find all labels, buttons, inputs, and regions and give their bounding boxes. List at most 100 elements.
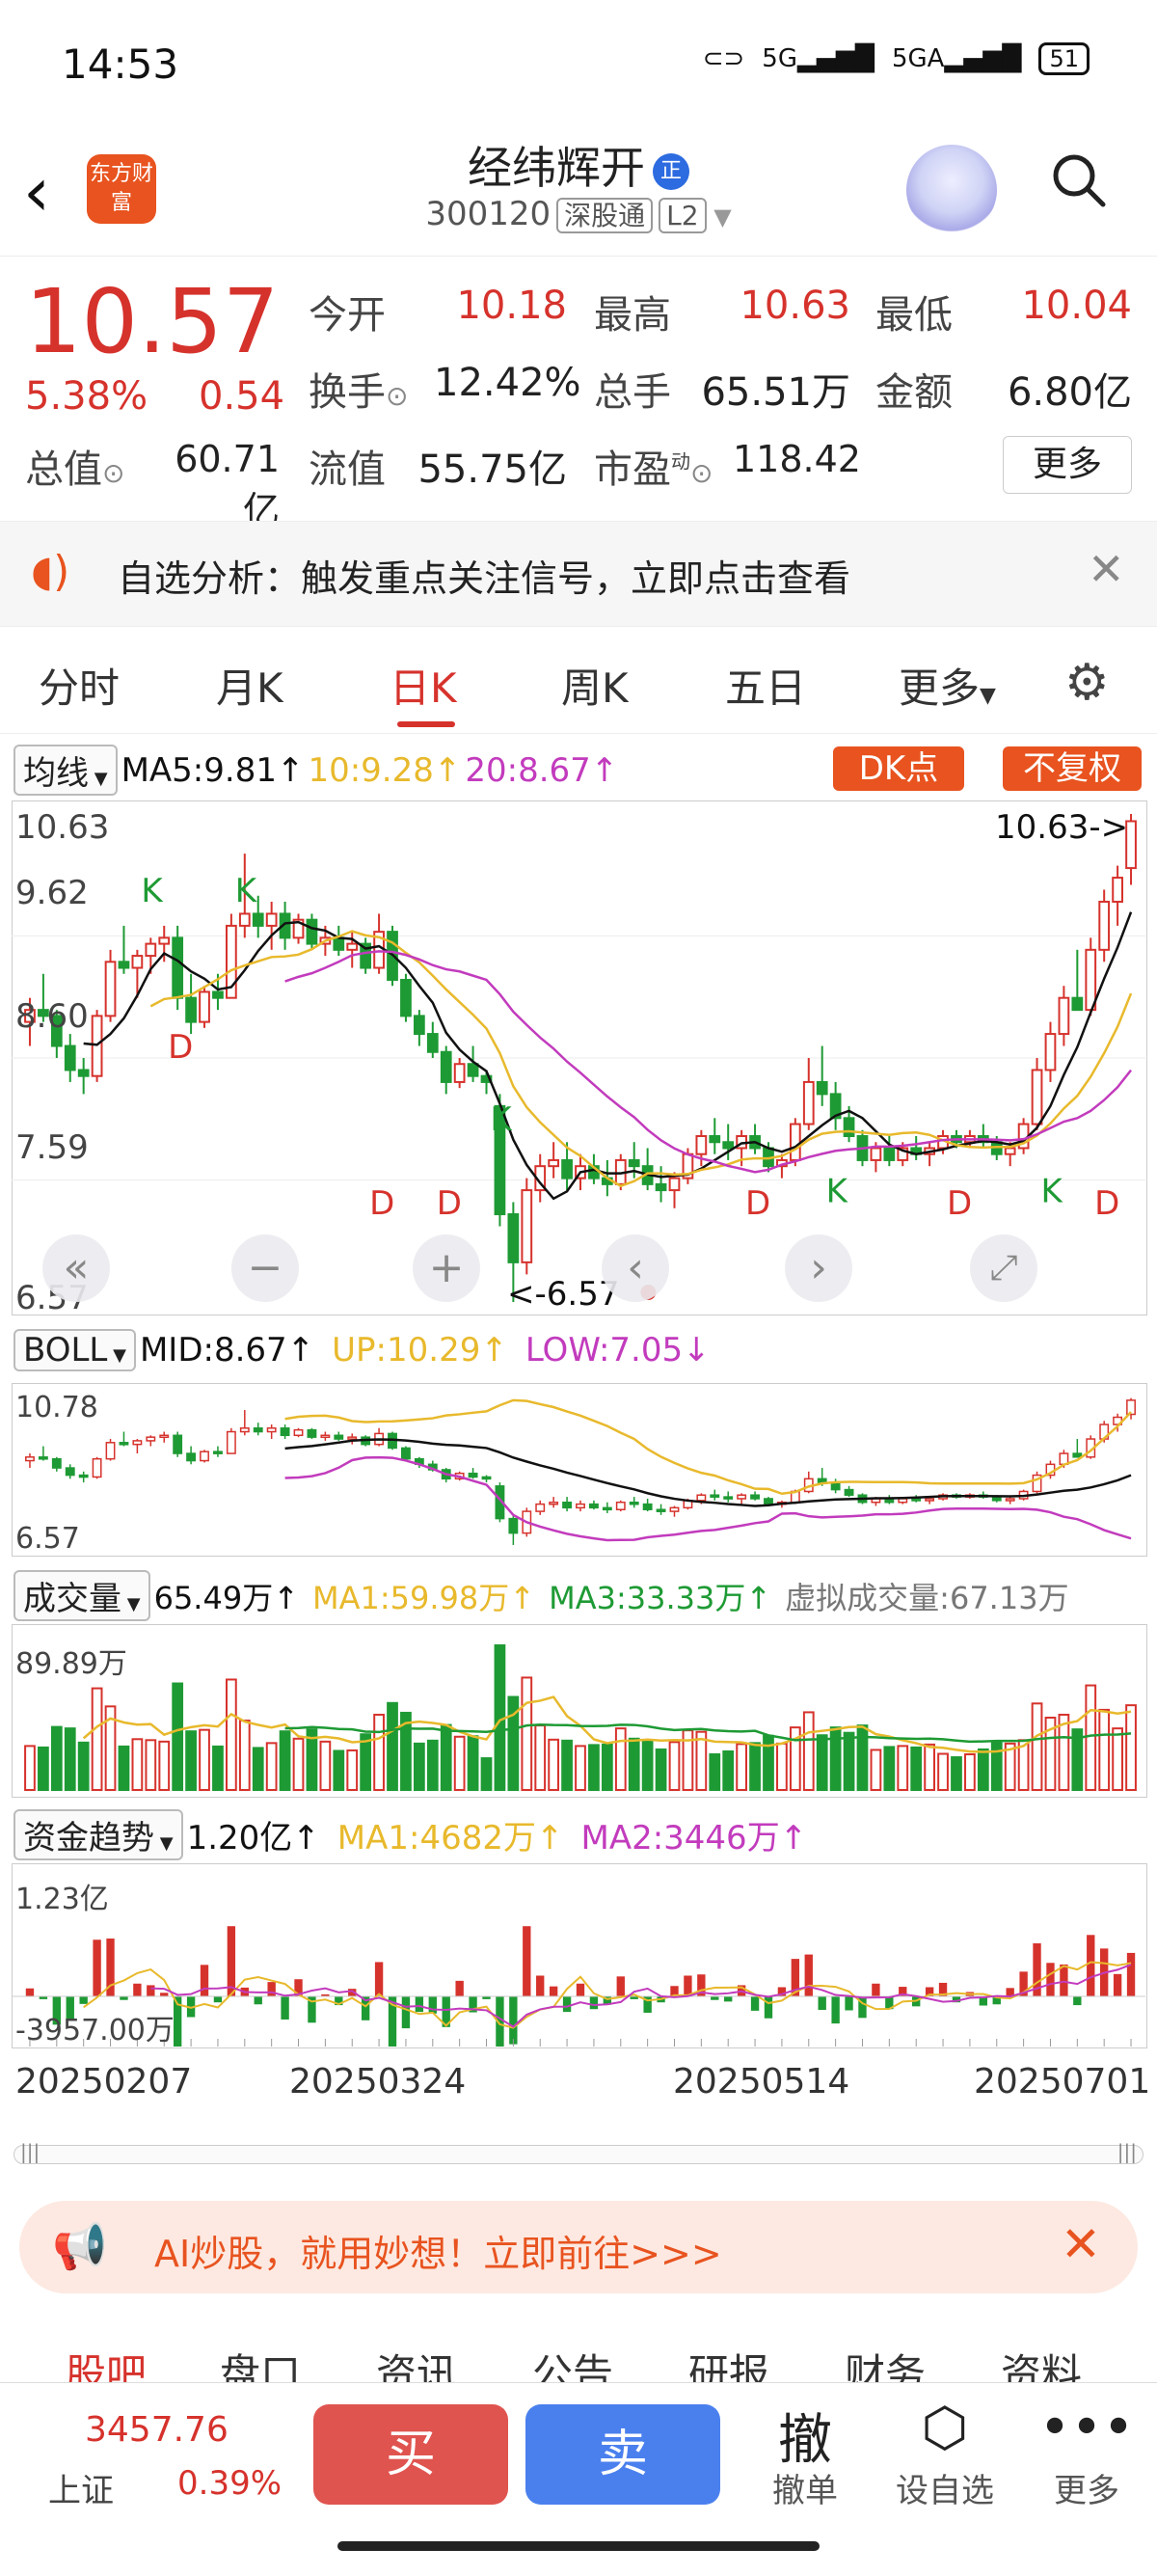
candle-body xyxy=(628,1158,640,1168)
boll-candle-body xyxy=(186,1452,197,1462)
more-quote-button[interactable]: 更多 xyxy=(1003,436,1132,494)
fund-chart[interactable] xyxy=(12,1863,1145,2047)
scroll-handle-right[interactable]: ||| xyxy=(1117,2140,1137,2163)
high-marker: 10.63-> xyxy=(995,808,1129,847)
tab-intraday[interactable]: 分时 xyxy=(39,656,120,715)
fund-bar xyxy=(536,1975,545,1996)
boll-mid-line xyxy=(284,1438,1132,1507)
fund-ma2: MA2:3446万↑ xyxy=(580,1819,808,1857)
date-label-3: 20250514 xyxy=(673,2062,850,2101)
fund-bar xyxy=(750,1996,760,2011)
candle-body xyxy=(306,918,318,945)
cancel-order-label: 撤单 xyxy=(772,2472,838,2510)
candle-body xyxy=(870,1147,882,1161)
fund-bar xyxy=(267,1982,276,1996)
volume-bar xyxy=(829,1726,842,1791)
index-percent[interactable]: 0.39% xyxy=(177,2464,282,2503)
tab-more[interactable]: 更多▼ xyxy=(899,656,996,715)
boll-chart[interactable] xyxy=(12,1383,1145,1555)
boll-candle-body xyxy=(549,1501,559,1505)
add-watchlist-button[interactable]: ⬡ 设自选 xyxy=(882,2397,1008,2511)
boll-candle-body xyxy=(656,1508,666,1512)
volume-chart[interactable] xyxy=(12,1624,1145,1796)
boll-candle-body xyxy=(576,1503,585,1509)
boll-select[interactable]: BOLL ▼ xyxy=(13,1329,136,1371)
candle-body xyxy=(507,1213,520,1263)
fund-select[interactable]: 资金趋势 ▼ xyxy=(13,1809,183,1860)
volume-bar xyxy=(655,1748,667,1792)
zoom-in-button[interactable]: + xyxy=(413,1234,480,1302)
candle-body xyxy=(722,1141,735,1150)
volume-bar xyxy=(38,1746,49,1791)
scroll-handle-left[interactable]: ||| xyxy=(20,2140,40,2163)
tab-monthly[interactable]: 月K xyxy=(216,656,283,715)
scroll-right-button[interactable]: › xyxy=(785,1234,852,1302)
cancel-order-button[interactable]: 撤 撤单 xyxy=(742,2397,868,2511)
tab-weekly[interactable]: 周K xyxy=(561,656,629,715)
ma10-value: 10:9.28↑ xyxy=(308,750,462,790)
volume-bar xyxy=(238,1720,251,1791)
tab-daily[interactable]: 日K xyxy=(390,656,457,715)
zoom-out-far-button[interactable]: « xyxy=(42,1234,110,1302)
candle-body xyxy=(789,1123,801,1161)
tab-five-day[interactable]: 五日 xyxy=(725,656,806,715)
volume-bar xyxy=(387,1701,398,1791)
boll-candle-body xyxy=(119,1442,129,1446)
fund-bar xyxy=(79,1996,88,2004)
volume-value: 65.51万 xyxy=(701,370,850,415)
volume-bar xyxy=(990,1741,1003,1791)
caret-down-icon: ▼ xyxy=(89,769,108,789)
volume-bar xyxy=(614,1727,627,1792)
candle-body xyxy=(1098,900,1111,951)
index-value[interactable]: 3457.76 xyxy=(85,2410,229,2450)
volume-bar xyxy=(118,1745,130,1792)
fund-y-bottom: -3957.00万 xyxy=(15,2014,175,2047)
low-label: 最低 xyxy=(875,293,953,338)
fullscreen-icon[interactable]: ⤢ xyxy=(970,1234,1037,1302)
gear-icon[interactable]: ⚙ xyxy=(1064,654,1110,712)
float-value: 55.75亿 xyxy=(417,447,567,492)
search-icon[interactable] xyxy=(1049,150,1107,208)
boll-y-bottom: 6.57 xyxy=(15,1522,80,1556)
signal-label-K: K xyxy=(490,1100,513,1139)
analysis-banner[interactable]: ◖) 自选分析：触发重点关注信号，立即点击查看 ✕ xyxy=(0,521,1157,627)
candle-body xyxy=(521,1189,533,1263)
fund-bar xyxy=(401,1996,411,2029)
close-icon[interactable]: ✕ xyxy=(1088,543,1125,595)
boll-candle-body xyxy=(562,1501,573,1509)
kline-chart[interactable]: K KKK KDD D D D D xyxy=(12,800,1145,1314)
close-icon[interactable]: ✕ xyxy=(1061,2216,1101,2272)
assistant-avatar[interactable] xyxy=(906,145,997,235)
boll-candle-body xyxy=(105,1442,116,1460)
chart-scrollbar[interactable]: ||| ||| xyxy=(13,2140,1144,2164)
boll-candle-body xyxy=(991,1496,1002,1502)
zoom-out-button[interactable]: − xyxy=(231,1234,299,1302)
boll-candle-body xyxy=(38,1456,48,1460)
pe-value: 118.42 xyxy=(733,438,861,480)
volume-select[interactable]: 成交量 ▼ xyxy=(13,1570,150,1621)
candle-body xyxy=(548,1158,560,1168)
ai-banner[interactable]: 📢 AI炒股，就用妙想！立即前往>>> ✕ xyxy=(19,2201,1138,2293)
more-button[interactable]: ••• 更多 xyxy=(1024,2397,1149,2511)
y-label-2: 9.62 xyxy=(15,874,89,912)
dk-button[interactable]: DK点 xyxy=(833,746,964,791)
speaker-icon: ◖) xyxy=(31,547,70,596)
fund-bar xyxy=(428,1996,437,2014)
fund-bar xyxy=(845,1996,853,2011)
virtual-volume: 虚拟成交量:67.13万 xyxy=(785,1579,1069,1616)
candle-body xyxy=(883,1147,896,1161)
adjust-button[interactable]: 不复权 xyxy=(1003,746,1142,791)
volume-bar xyxy=(1085,1684,1097,1791)
buy-button[interactable]: 买 xyxy=(313,2404,508,2505)
fund-bar xyxy=(213,1996,223,2003)
fund-bar xyxy=(1113,1973,1122,1996)
fund-bar xyxy=(227,1926,236,1996)
scroll-left-button[interactable]: ‹ xyxy=(602,1234,669,1302)
boll-candle-body xyxy=(764,1498,773,1505)
signal-label-D: D xyxy=(168,1028,193,1067)
sell-button[interactable]: 卖 xyxy=(525,2404,720,2505)
index-name[interactable]: 上证 xyxy=(48,2464,114,2511)
ma-select[interactable]: 均线 ▼ xyxy=(13,745,118,796)
candle-body xyxy=(199,990,210,1023)
home-indicator xyxy=(337,2541,820,2551)
